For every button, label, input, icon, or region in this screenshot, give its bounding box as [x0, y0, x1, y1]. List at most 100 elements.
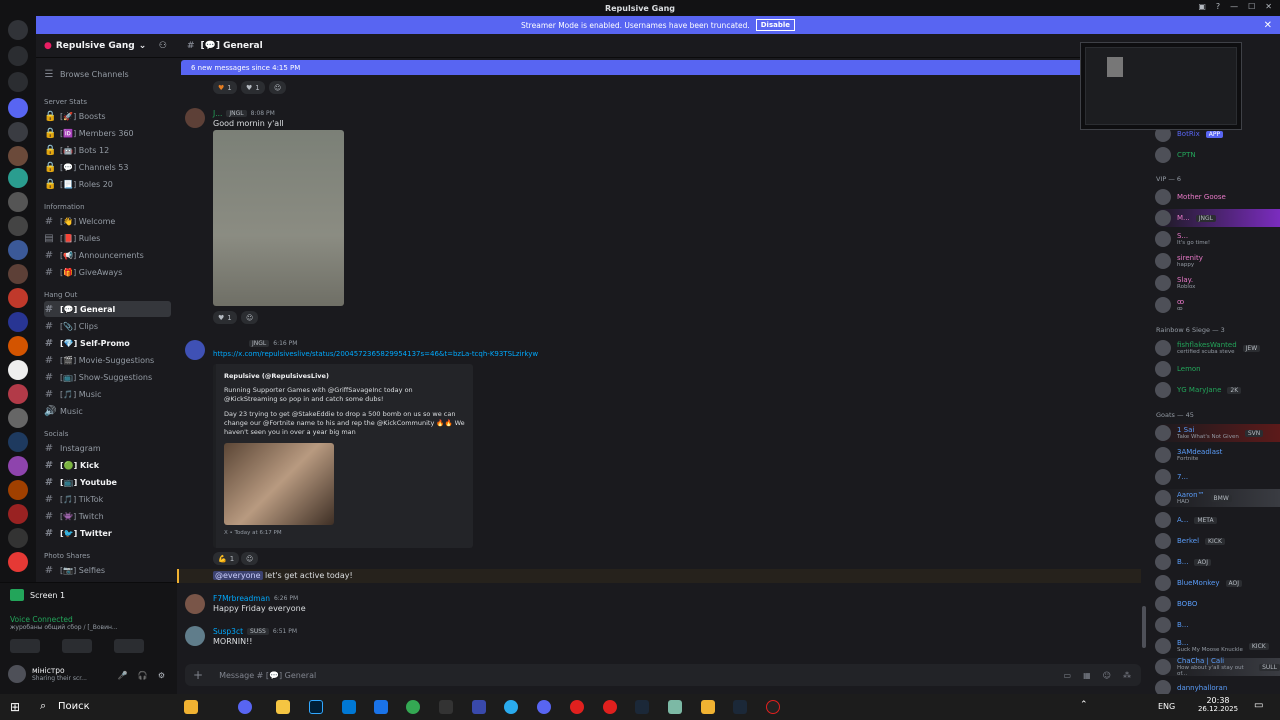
member-item[interactable]: A... META — [1155, 511, 1280, 529]
embed-author[interactable]: Repulsive (@RepulsivesLive) — [224, 372, 465, 380]
steam-icon[interactable] — [733, 700, 747, 714]
gif-icon[interactable]: ▦ — [1083, 671, 1091, 680]
member-item[interactable]: Slay. Roblox — [1155, 274, 1280, 292]
channel-item[interactable]: 🔒 [💬] Channels 53 — [44, 159, 171, 175]
photoshop-icon[interactable] — [309, 700, 323, 714]
avatar[interactable] — [185, 594, 205, 614]
gear-icon[interactable]: ⚙ — [158, 671, 165, 680]
server-header[interactable]: ● Repulsive Gang ⌄ ⚇ — [36, 34, 177, 58]
member-item[interactable]: Aaron™ HAD BMW — [1155, 489, 1280, 507]
member-item[interactable]: Berkel KICK — [1155, 532, 1280, 550]
message-author[interactable]: F7Mrbreadman — [213, 594, 270, 603]
inbox-icon[interactable]: ▣ — [1198, 2, 1206, 11]
plus-icon[interactable]: + — [193, 668, 203, 682]
category-socials[interactable]: Socials — [44, 430, 68, 438]
minimize-button[interactable]: — — [1230, 2, 1238, 11]
maximize-button[interactable]: ☐ — [1248, 2, 1255, 11]
notification-icon[interactable]: ▭ — [1254, 700, 1263, 711]
reaction[interactable]: ♥ 1 — [213, 311, 237, 324]
apps-icon[interactable]: ⁂ — [1123, 671, 1131, 680]
store-icon[interactable] — [342, 700, 356, 714]
channel-item-general[interactable]: # [💬] General — [44, 301, 171, 317]
file-explorer-icon[interactable] — [276, 700, 290, 714]
server-icon[interactable] — [8, 408, 28, 428]
server-icon[interactable] — [8, 360, 28, 380]
emoji-icon[interactable]: ☺ — [1103, 671, 1111, 680]
disable-streamer-button[interactable]: Disable — [755, 19, 795, 31]
language-indicator[interactable]: ENG — [1158, 702, 1175, 711]
member-item[interactable]: B... — [1155, 616, 1280, 634]
voice-channel-item[interactable]: 🔊 Music — [44, 403, 171, 419]
member-item[interactable]: ꝏꝏ — [1155, 296, 1280, 314]
member-item[interactable]: Lemon — [1155, 360, 1280, 378]
member-item[interactable]: CPTN — [1155, 146, 1280, 164]
app-icon[interactable] — [668, 700, 682, 714]
category-information[interactable]: Information — [44, 203, 85, 211]
server-icon[interactable] — [8, 480, 28, 500]
reaction[interactable]: 💪 1 — [213, 552, 240, 565]
server-icon[interactable] — [8, 552, 28, 572]
server-icon[interactable] — [8, 528, 28, 548]
epic-games-icon[interactable] — [439, 700, 453, 714]
category-photo[interactable]: Photo Shares — [44, 552, 90, 560]
member-item[interactable]: 7... — [1155, 468, 1280, 486]
message-input[interactable]: Message # [💬] General — [219, 671, 316, 680]
channel-item[interactable]: # [🟢] Kick — [44, 457, 171, 473]
message-image[interactable] — [213, 130, 344, 306]
channel-item[interactable]: # [💎] Self-Promo — [44, 335, 171, 351]
channel-item[interactable]: # [🎵] Music — [44, 386, 171, 402]
channel-item[interactable]: 🔒 [📃] Roles 20 — [44, 176, 171, 192]
channel-item[interactable]: # [📢] Announcements — [44, 247, 171, 263]
channel-item[interactable]: # [🎁] GiveAways — [44, 264, 171, 280]
server-icon[interactable] — [8, 288, 28, 308]
search-icon[interactable]: ⌕ — [40, 699, 46, 713]
server-icon[interactable] — [8, 312, 28, 332]
pause-app-icon[interactable] — [701, 700, 715, 714]
new-messages-bar[interactable]: 6 new messages since 4:15 PM — [181, 60, 1141, 75]
avatar[interactable] — [185, 626, 205, 646]
copilot-icon[interactable] — [184, 700, 198, 714]
member-item[interactable]: M... JNGL — [1155, 209, 1280, 227]
opera-icon[interactable] — [570, 700, 584, 714]
server-icon[interactable] — [8, 432, 28, 452]
close-button[interactable]: ✕ — [1265, 2, 1272, 11]
server-icon[interactable] — [8, 336, 28, 356]
avatar[interactable] — [185, 340, 205, 360]
avatar[interactable] — [185, 108, 205, 128]
reaction[interactable]: ♥ 1 — [241, 81, 265, 94]
chart-app-icon[interactable] — [472, 700, 486, 714]
add-reaction-button[interactable]: ☺ — [269, 81, 287, 94]
channel-item[interactable]: # Instagram — [44, 440, 171, 456]
help-icon[interactable]: ? — [1216, 2, 1220, 11]
server-icon[interactable] — [8, 46, 28, 66]
tray-chevron-icon[interactable]: ⌃ — [1080, 700, 1088, 710]
discord-home-icon[interactable] — [8, 20, 28, 40]
channel-item[interactable]: # [🐦] Twitter — [44, 525, 171, 541]
message-link[interactable]: https://x.com/repulsiveslive/status/2004… — [213, 350, 538, 358]
close-banner-icon[interactable]: ✕ — [1264, 20, 1272, 31]
obs-icon[interactable] — [766, 700, 780, 714]
channel-item[interactable]: # [📺] Youtube — [44, 474, 171, 490]
message-author[interactable]: Susp3ct — [213, 627, 243, 636]
chat-scrollbar[interactable] — [1142, 606, 1146, 648]
member-item[interactable]: YG MaryJane 2K — [1155, 381, 1280, 399]
mention[interactable]: @everyone — [213, 571, 263, 580]
channel-item[interactable]: # [📷] Selfies — [44, 562, 171, 578]
member-item[interactable]: 3AMdeadlast Fortnite — [1155, 446, 1280, 464]
channel-item[interactable]: 🔒 [🆔] Members 360 — [44, 125, 171, 141]
server-icon[interactable] — [8, 216, 28, 236]
mail-icon[interactable] — [374, 700, 388, 714]
server-icon[interactable] — [8, 456, 28, 476]
opera-gx-icon[interactable] — [603, 700, 617, 714]
channel-item[interactable]: 🔒 [🤖] Bots 12 — [44, 142, 171, 158]
camera-off-button[interactable] — [10, 639, 40, 653]
channel-item[interactable]: # [📎] Clips — [44, 318, 171, 334]
category-hangout[interactable]: Hang Out — [44, 291, 77, 299]
server-icon[interactable] — [8, 168, 28, 188]
channel-item[interactable]: # [📺] Show-Suggestions — [44, 369, 171, 385]
channel-item[interactable]: 🔒 [🚀] Boosts — [44, 108, 171, 124]
taskbar-search[interactable]: Поиск — [58, 701, 90, 712]
channel-item[interactable]: ▤ [📕] Rules — [44, 230, 171, 246]
channel-item[interactable]: # [👾] Twitch — [44, 508, 171, 524]
channel-item[interactable]: # [👋] Welcome — [44, 213, 171, 229]
